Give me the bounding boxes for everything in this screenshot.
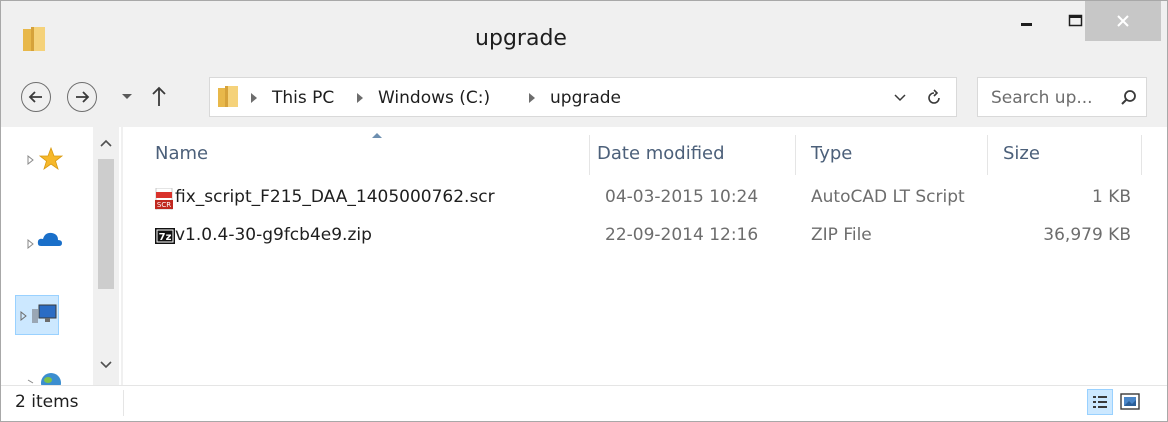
- recent-locations-chevron-icon[interactable]: [121, 93, 133, 101]
- svg-text:SCR: SCR: [157, 201, 171, 209]
- search-placeholder[interactable]: Search up...: [991, 88, 1093, 108]
- navigation-pane-scrollbar[interactable]: [93, 127, 119, 385]
- close-button[interactable]: [1085, 1, 1161, 41]
- column-divider[interactable]: [795, 135, 796, 175]
- breadcrumb-upgrade[interactable]: upgrade: [550, 88, 621, 108]
- breadcrumb-arrow-icon[interactable]: [250, 92, 258, 104]
- file-type: ZIP File: [811, 225, 872, 245]
- minimize-icon: [1021, 23, 1032, 26]
- file-name[interactable]: v1.0.4-30-g9fcb4e9.zip: [175, 225, 372, 245]
- close-icon: [1117, 15, 1129, 27]
- status-divider: [123, 390, 124, 416]
- file-row[interactable]: SCR fix_script_F215_DAA_1405000762.scr 0…: [141, 185, 1161, 213]
- breadcrumb-this-pc[interactable]: This PC: [272, 88, 334, 108]
- column-divider[interactable]: [987, 135, 988, 175]
- scroll-down-chevron-icon[interactable]: [98, 359, 114, 371]
- title-bar[interactable]: upgrade: [1, 1, 1167, 69]
- sort-ascending-icon: [372, 133, 382, 138]
- item-count: 2 items: [15, 392, 79, 412]
- column-header-date-modified[interactable]: Date modified: [597, 143, 725, 164]
- address-bar[interactable]: This PC Windows (C:) upgrade: [209, 77, 957, 117]
- details-view-button[interactable]: [1087, 389, 1113, 415]
- navigation-bar: This PC Windows (C:) upgrade Search up..…: [1, 69, 1167, 127]
- svg-text:7z: 7z: [159, 232, 172, 243]
- back-button[interactable]: [21, 82, 51, 112]
- forward-arrow-icon: [76, 91, 90, 103]
- breadcrumb-arrow-icon[interactable]: [528, 92, 536, 104]
- file-list: Name Date modified Type Size SCR fix_scr…: [123, 127, 1167, 385]
- large-icons-view-icon[interactable]: [1119, 391, 1141, 413]
- maximize-icon: [1068, 14, 1083, 27]
- file-type: AutoCAD LT Script: [811, 187, 965, 207]
- 7z-archive-icon: 7z: [155, 228, 175, 244]
- minimize-button[interactable]: [1001, 1, 1053, 41]
- file-size: 36,979 KB: [1043, 225, 1131, 245]
- search-box[interactable]: Search up...: [977, 77, 1147, 117]
- expand-arrow-icon[interactable]: [27, 155, 35, 165]
- details-view-icon: [1093, 396, 1107, 408]
- status-bar: 2 items: [1, 385, 1167, 421]
- folder-icon: [218, 86, 238, 107]
- up-arrow-icon[interactable]: [151, 85, 167, 107]
- refresh-icon[interactable]: [924, 88, 944, 108]
- window-title: upgrade: [475, 26, 567, 51]
- scroll-up-chevron-icon[interactable]: [98, 137, 114, 149]
- column-header-name[interactable]: Name: [155, 143, 208, 164]
- file-name[interactable]: fix_script_F215_DAA_1405000762.scr: [175, 187, 495, 207]
- onedrive-cloud-icon[interactable]: [37, 229, 63, 249]
- breadcrumb-arrow-icon[interactable]: [356, 92, 364, 104]
- breadcrumb-windows-c[interactable]: Windows (C:): [378, 88, 490, 108]
- file-size: 1 KB: [1091, 187, 1131, 207]
- column-divider[interactable]: [1141, 135, 1142, 175]
- this-pc-monitor-icon[interactable]: [31, 303, 57, 325]
- network-globe-icon[interactable]: [39, 371, 63, 385]
- explorer-window: upgrade This PC Windows (C:) upgrade Sea…: [0, 0, 1168, 422]
- column-header-type[interactable]: Type: [811, 143, 852, 164]
- file-date-modified: 04-03-2015 10:24: [605, 187, 759, 207]
- back-arrow-icon: [28, 91, 42, 103]
- file-date-modified: 22-09-2014 12:16: [605, 225, 759, 245]
- scr-file-icon: SCR: [155, 188, 173, 210]
- favorites-star-icon[interactable]: [39, 147, 63, 171]
- column-header-size[interactable]: Size: [1003, 143, 1040, 164]
- address-dropdown-chevron-icon[interactable]: [894, 94, 906, 102]
- expand-arrow-icon[interactable]: [27, 239, 35, 249]
- file-row[interactable]: 7z v1.0.4-30-g9fcb4e9.zip 22-09-2014 12:…: [141, 223, 1161, 251]
- expand-arrow-icon[interactable]: [20, 311, 28, 321]
- scrollbar-thumb[interactable]: [98, 159, 114, 289]
- forward-button[interactable]: [67, 82, 97, 112]
- column-divider[interactable]: [589, 135, 590, 175]
- search-icon[interactable]: [1120, 89, 1138, 107]
